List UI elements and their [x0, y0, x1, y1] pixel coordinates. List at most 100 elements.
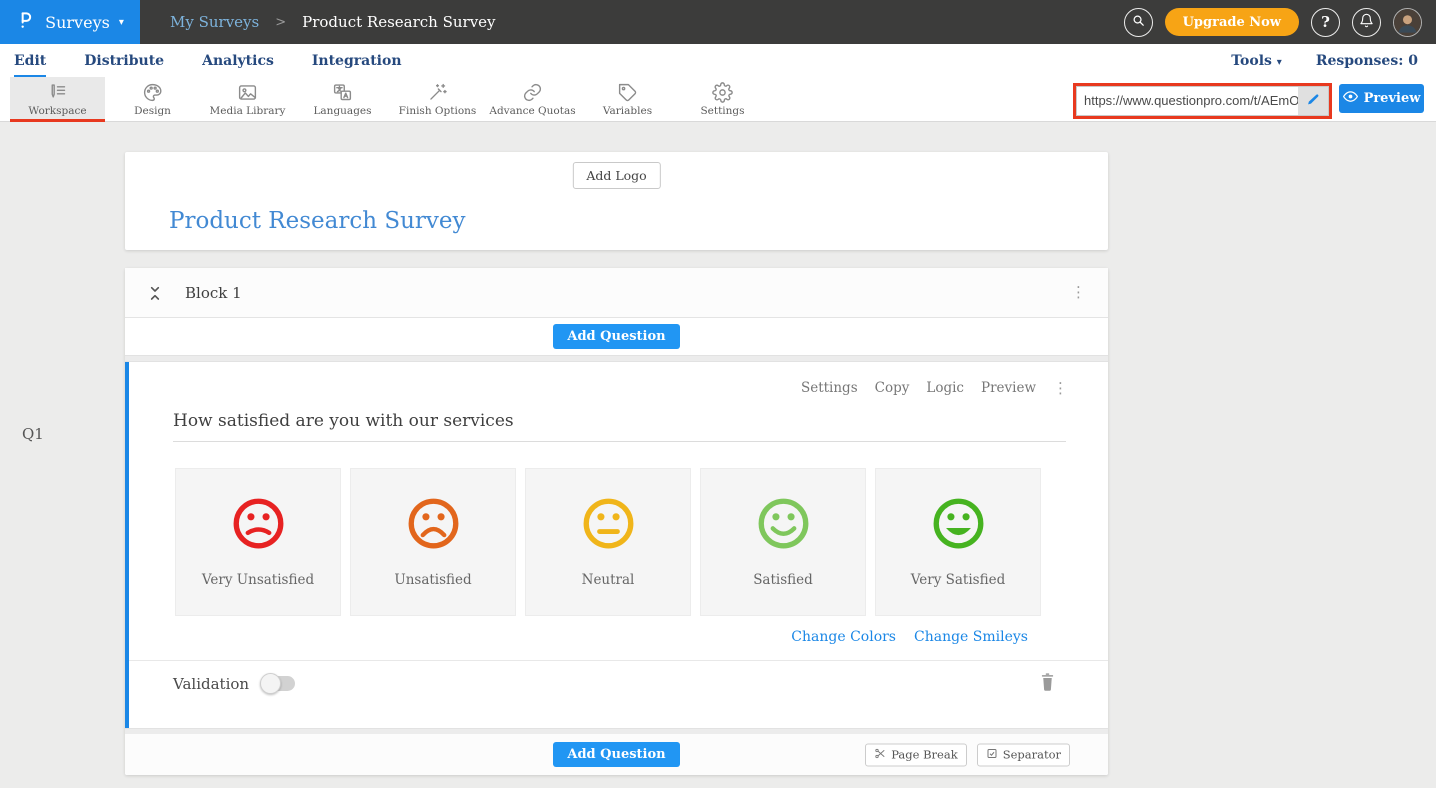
trash-icon: [1039, 676, 1056, 695]
search-button[interactable]: [1124, 8, 1153, 37]
topbar-actions: Upgrade Now ?: [1124, 8, 1436, 37]
add-logo-button[interactable]: Add Logo: [572, 162, 660, 189]
nav-tab-analytics[interactable]: Analytics: [202, 44, 274, 77]
survey-url-highlight: https://www.questionpro.com/t/AEmOx2: [1073, 83, 1332, 119]
footer-right-buttons: Page Break Separator: [865, 743, 1070, 766]
breadcrumb-my-surveys[interactable]: My Surveys: [170, 13, 259, 31]
toolbar-items: Workspace Design Media Library Languages…: [10, 77, 770, 121]
question-actions: Settings Copy Logic Preview ⋮: [129, 362, 1108, 396]
smiley-happy-icon: [755, 495, 812, 552]
question-text[interactable]: How satisfied are you with our services: [173, 411, 1066, 442]
block-kebab-menu-icon[interactable]: ⋮: [1071, 285, 1086, 300]
caret-down-icon: ▾: [119, 17, 124, 28]
answer-option-satisfied[interactable]: Satisfied: [700, 468, 866, 616]
nav-tab-edit[interactable]: Edit: [14, 44, 46, 77]
toolbar-item-variables[interactable]: Variables: [580, 77, 675, 122]
breadcrumb-current: Product Research Survey: [302, 13, 495, 31]
toggle-knob: [260, 673, 281, 694]
answer-option-unsatisfied[interactable]: Unsatisfied: [350, 468, 516, 616]
section-divider: [125, 355, 1108, 362]
answer-option-very-unsatisfied[interactable]: Very Unsatisfied: [175, 468, 341, 616]
variables-icon: [617, 82, 638, 103]
toolbar-item-advance-quotas[interactable]: Advance Quotas: [485, 77, 580, 122]
top-bar: Surveys ▾ My Surveys > Product Research …: [0, 0, 1436, 44]
separator-button[interactable]: Separator: [977, 743, 1070, 766]
validation-row: Validation: [129, 660, 1108, 706]
block-header: Block 1 ⋮: [125, 268, 1108, 318]
app-menu-label: Surveys: [45, 13, 110, 32]
advance-quotas-icon: [522, 82, 543, 103]
responses-count[interactable]: Responses: 0: [1316, 53, 1418, 69]
block-footer: Add Question Page Break Separator: [125, 734, 1108, 775]
questionpro-logo-icon: [16, 9, 36, 35]
question-card: Settings Copy Logic Preview ⋮ How satisfied…: [125, 362, 1108, 728]
survey-url-field[interactable]: https://www.questionpro.com/t/AEmOx2: [1076, 86, 1329, 116]
help-button[interactable]: ?: [1311, 8, 1340, 37]
add-question-button-top[interactable]: Add Question: [553, 324, 679, 349]
toolbar-item-workspace[interactable]: Workspace: [10, 77, 105, 122]
app-logo-menu[interactable]: Surveys ▾: [0, 0, 140, 44]
page-break-button[interactable]: Page Break: [865, 743, 966, 766]
checkbox-checked-icon: [986, 747, 998, 762]
question-action-copy[interactable]: Copy: [875, 380, 910, 396]
design-icon: [142, 82, 163, 103]
nav-tab-distribute[interactable]: Distribute: [84, 44, 164, 77]
collapse-block-button[interactable]: [147, 282, 165, 304]
nav-tabs: Edit Distribute Analytics Integration: [14, 44, 440, 77]
smiley-options-row: Very Unsatisfied Unsatisfied Neutral: [175, 468, 1108, 616]
block-title[interactable]: Block 1: [185, 284, 242, 302]
answer-option-neutral[interactable]: Neutral: [525, 468, 691, 616]
survey-header-card: Add Logo Product Research Survey: [125, 152, 1108, 250]
tools-menu[interactable]: Tools ▾: [1231, 53, 1282, 69]
upgrade-now-button[interactable]: Upgrade Now: [1165, 8, 1299, 36]
toolbar-item-languages[interactable]: Languages: [295, 77, 390, 122]
nav-right: Tools ▾ Responses: 0: [1231, 44, 1436, 77]
nav-tab-integration[interactable]: Integration: [312, 44, 402, 77]
smiley-very-happy-icon: [930, 495, 987, 552]
preview-button[interactable]: Preview: [1339, 84, 1424, 113]
question-kebab-menu-icon[interactable]: ⋮: [1053, 381, 1068, 396]
smiley-very-sad-icon: [230, 495, 287, 552]
finish-options-icon: [427, 82, 448, 103]
pencil-icon: [1306, 92, 1320, 111]
question-action-logic[interactable]: Logic: [926, 380, 964, 396]
bell-icon: [1359, 13, 1374, 32]
question-action-settings[interactable]: Settings: [801, 380, 858, 396]
add-question-button-bottom[interactable]: Add Question: [553, 742, 679, 767]
notifications-button[interactable]: [1352, 8, 1381, 37]
section-nav: Edit Distribute Analytics Integration Tools…: [0, 44, 1436, 77]
search-icon: [1131, 13, 1146, 32]
editor-toolbar: Workspace Design Media Library Languages…: [0, 77, 1436, 122]
change-colors-link[interactable]: Change Colors: [791, 629, 896, 645]
toolbar-item-settings[interactable]: Settings: [675, 77, 770, 122]
toolbar-item-design[interactable]: Design: [105, 77, 200, 122]
workspace-canvas: Add Logo Product Research Survey Q1 Bloc…: [0, 122, 1436, 788]
scissors-icon: [874, 747, 886, 762]
answer-option-very-satisfied[interactable]: Very Satisfied: [875, 468, 1041, 616]
edit-url-button[interactable]: [1298, 87, 1328, 115]
question-mark-icon: ?: [1321, 13, 1330, 31]
smiley-neutral-icon: [580, 495, 637, 552]
add-question-row-top: Add Question: [125, 318, 1108, 355]
media-library-icon: [237, 82, 258, 103]
eye-icon: [1343, 89, 1358, 108]
survey-title[interactable]: Product Research Survey: [169, 208, 466, 234]
user-avatar[interactable]: [1393, 8, 1422, 37]
caret-down-icon: ▾: [1277, 57, 1282, 68]
workspace-icon: [47, 82, 68, 103]
question-links: Change Colors Change Smileys: [129, 629, 1028, 645]
survey-url-text[interactable]: https://www.questionpro.com/t/AEmOx2: [1077, 87, 1298, 115]
breadcrumb-separator: >: [275, 15, 286, 30]
question-number-label: Q1: [22, 425, 44, 443]
validation-toggle[interactable]: [263, 676, 295, 691]
toolbar-item-finish-options[interactable]: Finish Options: [390, 77, 485, 122]
toolbar-item-media-library[interactable]: Media Library: [200, 77, 295, 122]
breadcrumb: My Surveys > Product Research Survey: [170, 13, 496, 31]
smiley-sad-icon: [405, 495, 462, 552]
delete-question-button[interactable]: [1039, 672, 1056, 695]
languages-icon: [332, 82, 353, 103]
validation-label: Validation: [173, 675, 249, 693]
settings-icon: [712, 82, 733, 103]
change-smileys-link[interactable]: Change Smileys: [914, 629, 1028, 645]
question-action-preview[interactable]: Preview: [981, 380, 1036, 396]
